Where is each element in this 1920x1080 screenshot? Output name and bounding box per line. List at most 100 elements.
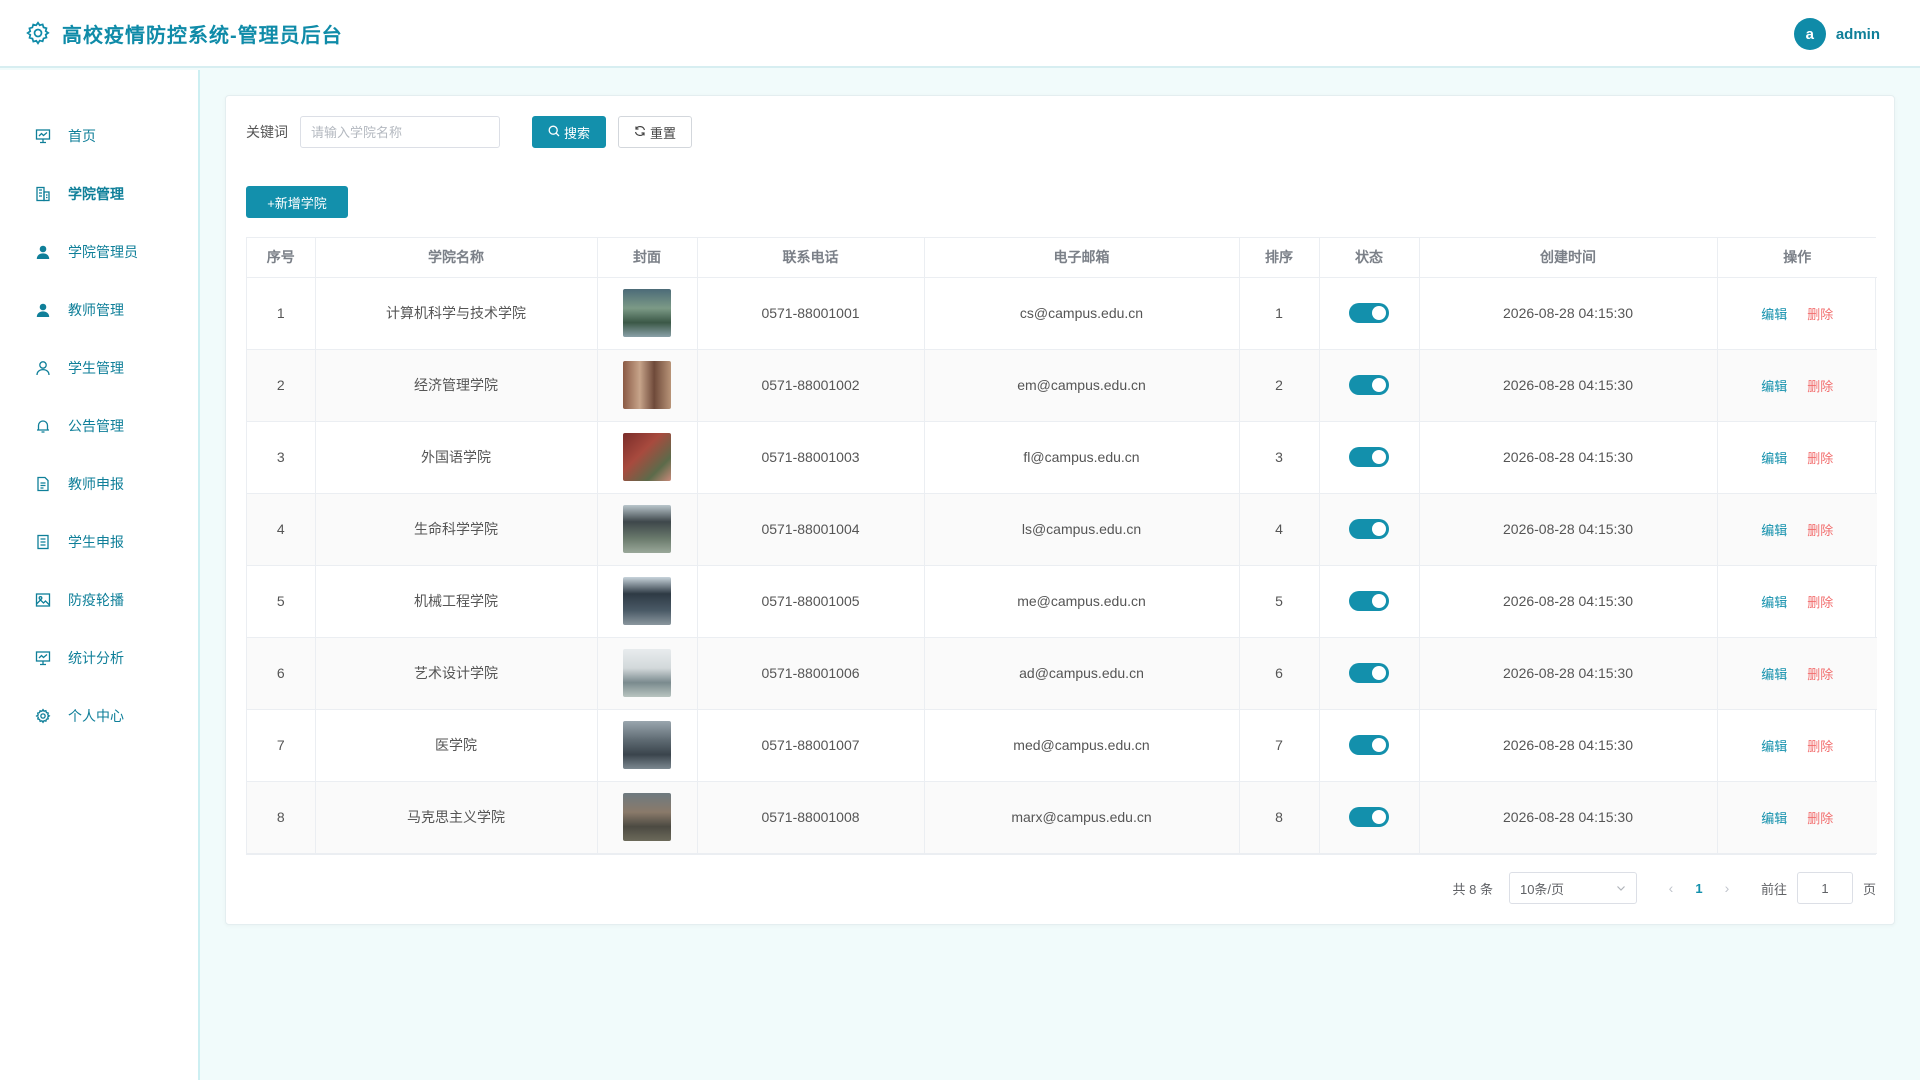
document-icon (34, 475, 52, 493)
table-row: 4 生命科学学院 0571-88001004 ls@campus.edu.cn … (247, 493, 1877, 566)
reset-button[interactable]: 重置 (618, 116, 692, 148)
page-size-select[interactable]: 10条/页 (1508, 872, 1637, 904)
status-toggle[interactable] (1349, 375, 1389, 395)
status-toggle[interactable] (1349, 447, 1389, 467)
delete-button[interactable]: 删除 (1807, 595, 1833, 610)
gear-icon (24, 19, 52, 47)
status-toggle[interactable] (1349, 807, 1389, 827)
cell-index: 4 (247, 493, 316, 566)
edit-button[interactable]: 编辑 (1761, 451, 1787, 466)
table-row: 2 经济管理学院 0571-88001002 em@campus.edu.cn … (247, 349, 1877, 422)
cell-created-time: 2026-08-28 04:15:30 (1419, 781, 1718, 854)
cell-created-time: 2026-08-28 04:15:30 (1419, 277, 1718, 350)
search-icon (548, 125, 560, 140)
status-toggle[interactable] (1349, 663, 1389, 683)
cell-sort: 4 (1239, 493, 1320, 566)
cell-college-name: 马克思主义学院 (315, 781, 598, 854)
cover-image[interactable] (623, 505, 671, 553)
edit-button[interactable]: 编辑 (1761, 379, 1787, 394)
building-icon (34, 185, 52, 203)
page-suffix: 页 (1862, 881, 1876, 897)
cover-image[interactable] (623, 721, 671, 769)
cell-college-name: 生命科学学院 (315, 493, 598, 566)
cell-index: 5 (247, 565, 316, 638)
edit-button[interactable]: 编辑 (1761, 739, 1787, 754)
cell-college-name: 医学院 (315, 709, 598, 782)
sidebar-item-label: 防疫轮播 (68, 592, 124, 608)
username[interactable]: admin (1836, 26, 1880, 43)
cell-email: ls@campus.edu.cn (924, 493, 1240, 566)
sidebar-item-label: 教师管理 (68, 302, 124, 318)
sidebar-item-profile[interactable]: 个人中心 (0, 696, 198, 736)
column-header: 学院名称 (315, 238, 598, 278)
delete-button[interactable]: 删除 (1807, 523, 1833, 538)
keyword-input[interactable] (300, 116, 500, 148)
delete-button[interactable]: 删除 (1807, 811, 1833, 826)
sidebar-item-teacher[interactable]: 教师管理 (0, 290, 198, 330)
delete-button[interactable]: 删除 (1807, 307, 1833, 322)
sidebar-item-label: 公告管理 (68, 418, 124, 434)
user-outline-icon (34, 359, 52, 377)
sidebar-item-student-report[interactable]: 学生申报 (0, 522, 198, 562)
edit-button[interactable]: 编辑 (1761, 523, 1787, 538)
presentation-icon (34, 649, 52, 667)
table-row: 8 马克思主义学院 0571-88001008 marx@campus.edu.… (247, 781, 1877, 854)
sidebar-item-college[interactable]: 学院管理 (0, 174, 198, 214)
sidebar-item-carousel[interactable]: 防疫轮播 (0, 580, 198, 620)
delete-button[interactable]: 删除 (1807, 379, 1833, 394)
cell-created-time: 2026-08-28 04:15:30 (1419, 637, 1718, 710)
content-card: 关键词 搜索 重置 +新增学院 序号 学院名称 (225, 95, 1895, 925)
cover-image[interactable] (623, 649, 671, 697)
delete-button[interactable]: 删除 (1807, 451, 1833, 466)
goto-page-input[interactable] (1796, 872, 1853, 904)
cover-image[interactable] (623, 361, 671, 409)
cell-college-name: 经济管理学院 (315, 349, 598, 422)
sidebar-item-college-admin[interactable]: 学院管理员 (0, 232, 198, 272)
cell-email: me@campus.edu.cn (924, 565, 1240, 638)
cell-created-time: 2026-08-28 04:15:30 (1419, 493, 1718, 566)
sidebar-item-label: 学院管理 (68, 186, 124, 202)
chevron-down-icon (1616, 881, 1626, 896)
status-toggle[interactable] (1349, 735, 1389, 755)
sidebar-item-label: 首页 (68, 128, 96, 144)
user-menu[interactable]: a admin (1793, 18, 1880, 50)
cell-index: 7 (247, 709, 316, 782)
cover-image[interactable] (623, 793, 671, 841)
delete-button[interactable]: 删除 (1807, 739, 1833, 754)
column-header: 排序 (1239, 238, 1320, 278)
sidebar-item-statistics[interactable]: 统计分析 (0, 638, 198, 678)
picture-icon (34, 591, 52, 609)
edit-button[interactable]: 编辑 (1761, 595, 1787, 610)
add-college-button[interactable]: +新增学院 (246, 186, 348, 218)
edit-button[interactable]: 编辑 (1761, 811, 1787, 826)
status-toggle[interactable] (1349, 303, 1389, 323)
column-header: 状态 (1319, 238, 1420, 278)
cover-image[interactable] (623, 577, 671, 625)
cell-phone: 0571-88001001 (697, 277, 925, 350)
cell-phone: 0571-88001007 (697, 709, 925, 782)
status-toggle[interactable] (1349, 519, 1389, 539)
sidebar-item-student[interactable]: 学生管理 (0, 348, 198, 388)
search-button[interactable]: 搜索 (532, 116, 606, 148)
tickets-icon (34, 533, 52, 551)
avatar[interactable]: a (1793, 18, 1826, 50)
total-count: 共 8 条 (1452, 881, 1493, 897)
prev-page-icon[interactable]: ‹ (1659, 880, 1683, 896)
edit-button[interactable]: 编辑 (1761, 667, 1787, 682)
cell-phone: 0571-88001004 (697, 493, 925, 566)
cell-college-name: 外国语学院 (315, 421, 598, 494)
sidebar-item-notice[interactable]: 公告管理 (0, 406, 198, 446)
sidebar-item-label: 个人中心 (68, 708, 124, 724)
sidebar-item-home[interactable]: 首页 (0, 116, 198, 156)
college-table: 序号 学院名称 封面 联系电话 电子邮箱 排序 状态 创建时间 操作 1 计算机… (246, 237, 1877, 855)
cover-image[interactable] (623, 289, 671, 337)
edit-button[interactable]: 编辑 (1761, 307, 1787, 322)
table-row: 6 艺术设计学院 0571-88001006 ad@campus.edu.cn … (247, 637, 1877, 710)
next-page-icon[interactable]: › (1715, 880, 1739, 896)
sidebar-item-teacher-report[interactable]: 教师申报 (0, 464, 198, 504)
delete-button[interactable]: 删除 (1807, 667, 1833, 682)
status-toggle[interactable] (1349, 591, 1389, 611)
table-row: 7 医学院 0571-88001007 med@campus.edu.cn 7 … (247, 709, 1877, 782)
cover-image[interactable] (623, 433, 671, 481)
page-number[interactable]: 1 (1683, 881, 1715, 896)
